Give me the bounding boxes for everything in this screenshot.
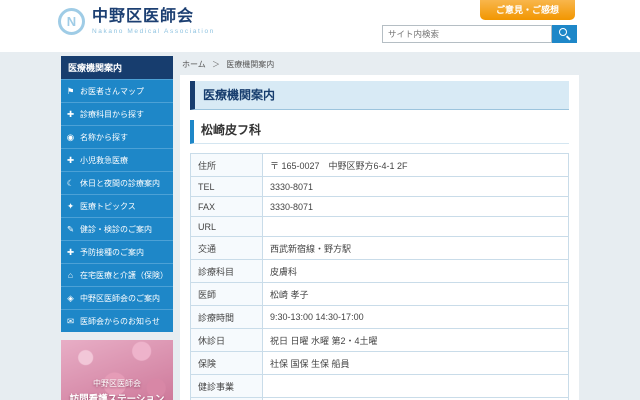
content-wrapper: 医療機関案内 ⚑ お医者さんマップ ✚ 診療科目から探す ◉ 名称から探す ✚ … [61,52,579,400]
page: N 中野区医師会 Nakano Medical Association ご意見・… [0,0,640,400]
row-label: 休診日 [191,329,263,352]
page-title: 医療機関案内 [190,81,569,110]
row-label: FAX [191,197,263,217]
breadcrumb-home[interactable]: ホーム [182,60,206,69]
row-label: TEL [191,177,263,197]
table-row: FAX 3330-8071 [191,197,569,217]
sidebar-item[interactable]: ⌂ 在宅医療と介護（保険） [61,263,173,286]
row-value: 祝日 日曜 水曜 第2・4土曜 [263,329,569,352]
row-value: 松崎 孝子 [263,283,569,306]
sidebar-item[interactable]: ✎ 健診・検診のご案内 [61,217,173,240]
breadcrumb-separator: ＞ [212,60,220,69]
row-value: 3330-8071 [263,177,569,197]
sidebar-item-label: 予防接種のご案内 [80,247,144,258]
sidebar-item[interactable]: ✦ 医療トピックス [61,194,173,217]
row-value: 9:30-13:00 14:30-17:00 [263,306,569,329]
row-value: 〒 165-0027 中野区野方6-4-1 2F [263,154,569,177]
sidebar-item-icon: ◉ [65,132,76,143]
sidebar-item[interactable]: ◉ 名称から探す [61,125,173,148]
sidebar-item-label: 休日と夜間の診療案内 [80,178,160,189]
site-search [382,25,577,43]
main-column: ホーム ＞ 医療機関案内 医療機関案内 松崎皮フ科 住所 〒 165-0027 … [180,56,579,400]
sidebar-item-label: 名称から探す [80,132,128,143]
breadcrumb: ホーム ＞ 医療機関案内 [180,56,579,75]
sidebar-item-label: 中野区医師会のご案内 [80,293,160,304]
sidebar-item[interactable]: ✉ 医師会からのお知らせ [61,309,173,332]
table-row: 診療科目 皮膚科 [191,260,569,283]
row-value [263,217,569,237]
visiting-nurse-banner[interactable]: 中野区医師会 訪問看護ステーション [61,340,173,400]
sidebar-item-icon: ✚ [65,247,76,258]
sidebar-item-icon: ✦ [65,201,76,212]
sidebar-item-label: 小児救急医療 [80,155,128,166]
table-row: 医師 松崎 孝子 [191,283,569,306]
sidebar-item-icon: ✉ [65,316,76,327]
site-title: 中野区医師会 [92,8,215,26]
table-row: 住所 〒 165-0027 中野区野方6-4-1 2F [191,154,569,177]
row-value: 皮膚科 [263,260,569,283]
sidebar-item-icon: ✚ [65,155,76,166]
site-header: N 中野区医師会 Nakano Medical Association ご意見・… [0,0,640,52]
feedback-button[interactable]: ご意見・ご感想 [480,0,575,20]
row-label: 健診事業 [191,375,263,398]
table-row: 健診事業 [191,375,569,398]
table-row: 診療時間 9:30-13:00 14:30-17:00 [191,306,569,329]
sidebar-item-label: 診療科目から探す [80,109,144,120]
search-button[interactable] [552,25,577,43]
sidebar: 医療機関案内 ⚑ お医者さんマップ ✚ 診療科目から探す ◉ 名称から探す ✚ … [61,56,173,400]
table-row: URL [191,217,569,237]
sidebar-item-icon: ✎ [65,224,76,235]
sidebar-item-icon: ◈ [65,293,76,304]
banner-line1: 中野区医師会 [61,378,173,389]
sidebar-item[interactable]: ◈ 中野区医師会のご案内 [61,286,173,309]
breadcrumb-current: 医療機関案内 [226,60,274,69]
banner-line2: 訪問看護ステーション [61,391,173,400]
sidebar-item-icon: ✚ [65,109,76,120]
row-value [263,375,569,398]
sidebar-item-label: 在宅医療と介護（保険） [80,270,168,281]
row-label: 診療科目 [191,260,263,283]
row-label: 診療時間 [191,306,263,329]
row-label: 医師 [191,283,263,306]
table-row: 保険 社保 国保 生保 船員 [191,352,569,375]
row-label: 交通 [191,237,263,260]
sidebar-item-icon: ⚑ [65,86,76,97]
clinic-info-table: 住所 〒 165-0027 中野区野方6-4-1 2F TEL 3330-807… [190,153,569,400]
sidebar-menu: ⚑ お医者さんマップ ✚ 診療科目から探す ◉ 名称から探す ✚ 小児救急医療 … [61,79,173,332]
search-input[interactable] [382,25,552,43]
sidebar-item[interactable]: ✚ 予防接種のご案内 [61,240,173,263]
sidebar-item[interactable]: ✚ 診療科目から探す [61,102,173,125]
row-value: 3330-8071 [263,197,569,217]
table-row: 交通 西武新宿線・野方駅 [191,237,569,260]
row-value: 社保 国保 生保 船員 [263,352,569,375]
row-label: URL [191,217,263,237]
sidebar-item-label: 健診・検診のご案内 [80,224,152,235]
sidebar-item[interactable]: ✚ 小児救急医療 [61,148,173,171]
sidebar-item[interactable]: ☾ 休日と夜間の診療案内 [61,171,173,194]
main-panel: 医療機関案内 松崎皮フ科 住所 〒 165-0027 中野区野方6-4-1 2F… [180,75,579,400]
sidebar-item-icon: ☾ [65,178,76,189]
sidebar-item-label: 医師会からのお知らせ [80,316,160,327]
site-subtitle: Nakano Medical Association [92,28,215,35]
sidebar-header-medical-guide[interactable]: 医療機関案内 [61,56,173,79]
search-icon [559,28,567,36]
sidebar-item-icon: ⌂ [65,270,76,280]
logo-letter: N [67,14,76,29]
sidebar-item-label: 医療トピックス [80,201,136,212]
row-value: 西武新宿線・野方駅 [263,237,569,260]
table-row: TEL 3330-8071 [191,177,569,197]
sidebar-item-label: お医者さんマップ [80,86,144,97]
row-label: 保険 [191,352,263,375]
table-row: 休診日 祝日 日曜 水曜 第2・4土曜 [191,329,569,352]
clinic-name: 松崎皮フ科 [190,120,569,144]
row-label: 住所 [191,154,263,177]
logo-icon: N [58,8,85,35]
sidebar-item[interactable]: ⚑ お医者さんマップ [61,79,173,102]
site-logo[interactable]: N 中野区医師会 Nakano Medical Association [58,8,215,35]
